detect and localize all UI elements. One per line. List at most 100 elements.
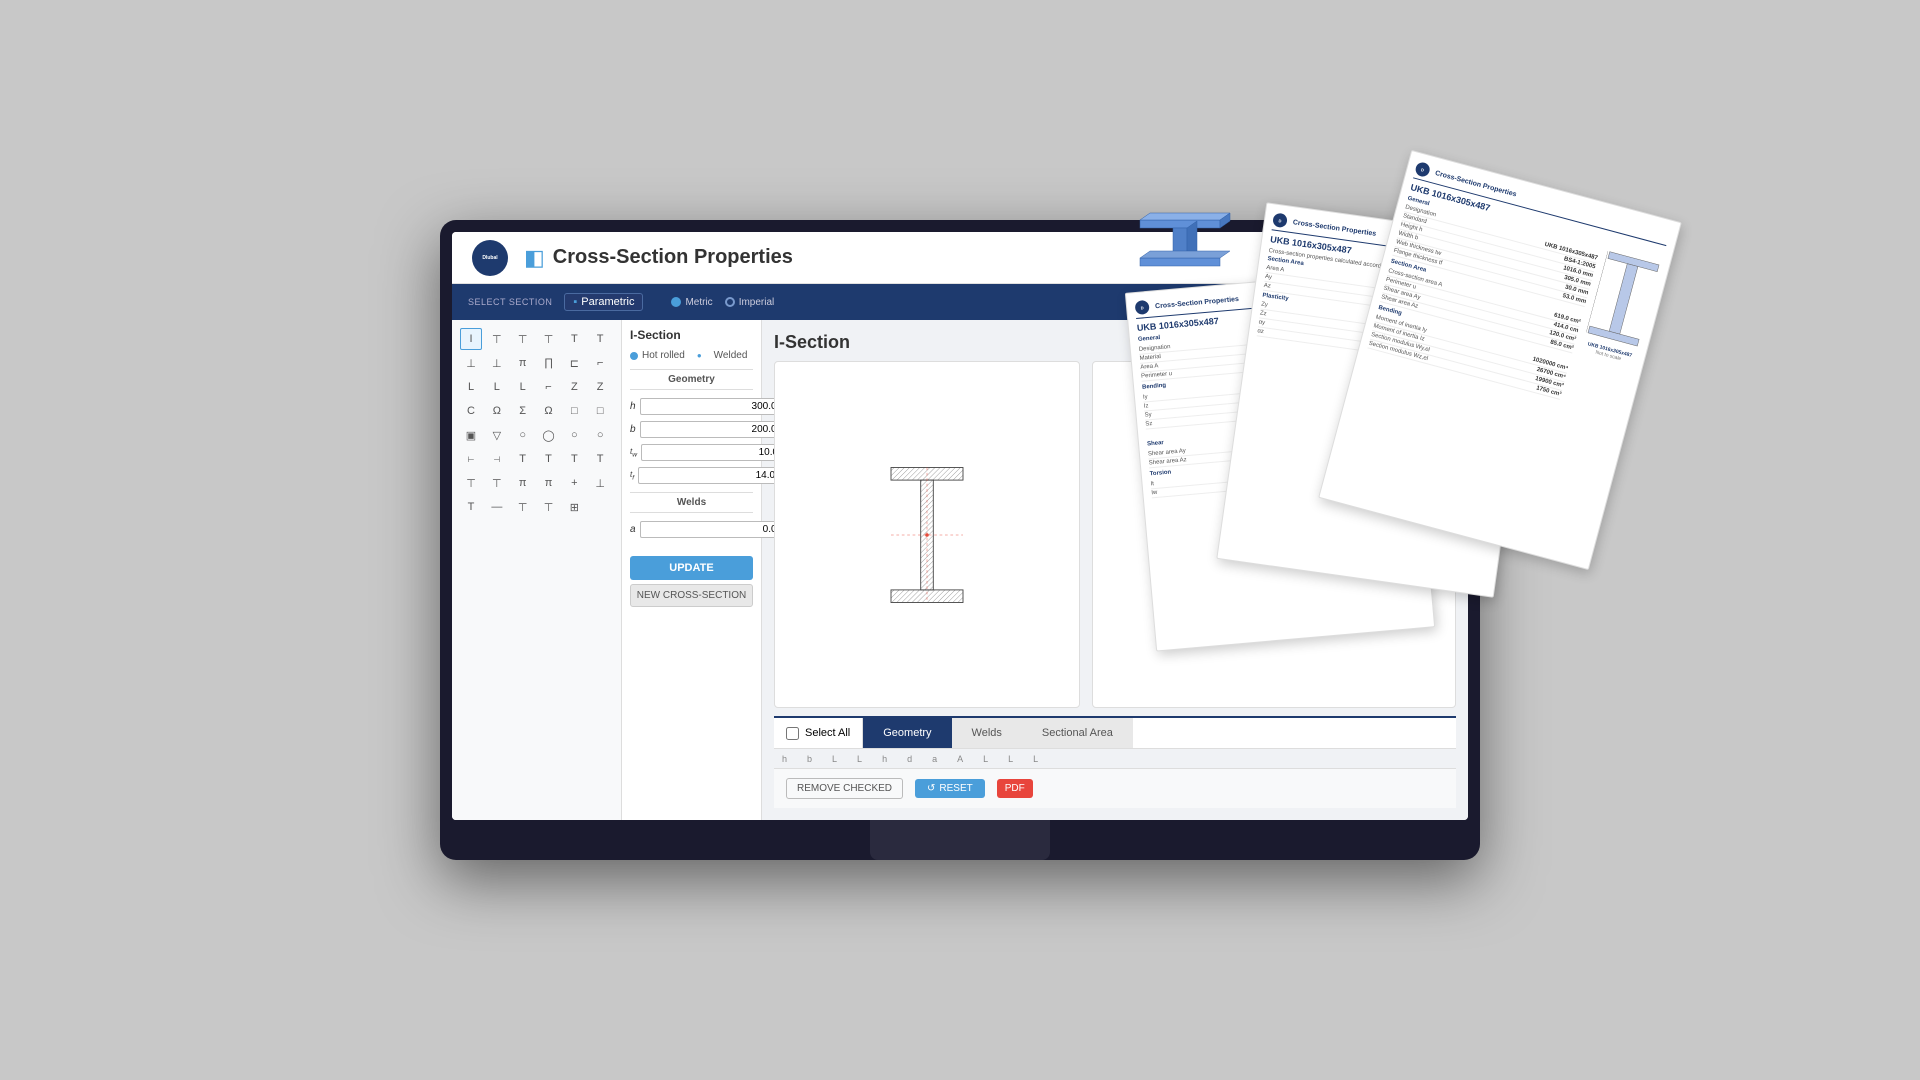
param-h: h mm xyxy=(630,398,753,415)
report-title-1: Cross-Section Properties xyxy=(1434,169,1517,198)
remove-checked-button[interactable]: REMOVE CHECKED xyxy=(786,778,903,799)
section-icon-circ3[interactable]: ○ xyxy=(563,424,585,446)
bottom-section: Select All Geometry Welds Sectional Area… xyxy=(774,716,1456,808)
section-icon-sq1[interactable]: □ xyxy=(563,400,585,422)
imperial-radio[interactable]: Imperial xyxy=(725,297,775,308)
monitor-frame: Dlubal ◧ Cross-Section Properties SELECT… xyxy=(440,220,1480,860)
section-icon-t8[interactable]: T xyxy=(512,448,534,470)
section-icon-t9[interactable]: T xyxy=(538,448,560,470)
section-icon-circ1[interactable]: ○ xyxy=(512,424,534,446)
metric-radio[interactable]: Metric xyxy=(671,297,712,308)
tab-thin-walled[interactable]: Thin-Walled xyxy=(1147,284,1237,320)
section-icon-l4[interactable]: ⌐ xyxy=(538,376,560,398)
param-b-label: b xyxy=(630,424,636,435)
warping-subtitle: ω | Warping ordinates | TWA xyxy=(1223,455,1324,464)
section-type-icon: ▪ xyxy=(573,296,577,308)
section-icon-z2[interactable]: Z xyxy=(589,376,611,398)
section-icon-t1[interactable]: ⊤ xyxy=(486,328,508,350)
section-icon-circ2[interactable]: ◯ xyxy=(538,424,560,446)
section-icon-l1[interactable]: L xyxy=(460,376,482,398)
diagram-icon-1[interactable]: ⊞ xyxy=(1216,612,1236,628)
section-icon-pi[interactable]: π xyxy=(512,352,534,374)
diagram-icons: ⊞ ≡ ⊡ ⊟ ⬚ xyxy=(1216,612,1332,628)
section-icon-t15[interactable]: ⊤ xyxy=(512,496,534,518)
section-icon-t2[interactable]: ⊤ xyxy=(512,328,534,350)
section-icon-i[interactable]: I xyxy=(460,328,482,350)
tab-bars[interactable]: Bars xyxy=(1237,284,1292,320)
section-icon-t3[interactable]: ⊤ xyxy=(538,328,560,350)
col-l1: L xyxy=(832,754,837,764)
tab-welds[interactable]: Welds xyxy=(952,718,1022,748)
section-icon-bot[interactable]: ⊥ xyxy=(589,472,611,494)
param-a-input[interactable] xyxy=(640,521,782,538)
section-icon-dash[interactable]: — xyxy=(486,496,508,518)
section-icon-sq2[interactable]: □ xyxy=(589,400,611,422)
column-headers: h b L L h d a A L L L xyxy=(774,748,1456,768)
monitor-container: Dlubal ◧ Cross-Section Properties SELECT… xyxy=(440,220,1480,860)
section-icon-g1[interactable]: Ω xyxy=(486,400,508,422)
tab-massive-ii[interactable]: Massive II xyxy=(1370,284,1452,320)
section-icon-t7[interactable]: ⊥ xyxy=(486,352,508,374)
tab-geometry[interactable]: Geometry xyxy=(863,718,951,748)
warping-svg: 143.00 200.0 xyxy=(1097,468,1451,608)
section-icon-i2[interactable]: ⊢ xyxy=(460,448,482,470)
section-icon-c1[interactable]: ⊏ xyxy=(563,352,585,374)
param-a-label: a xyxy=(630,524,636,535)
section-icon-t14[interactable]: T xyxy=(460,496,482,518)
section-icon-t12[interactable]: ⊤ xyxy=(460,472,482,494)
select-all-checkbox[interactable] xyxy=(786,727,799,740)
section-icon-t13[interactable]: ⊤ xyxy=(486,472,508,494)
section-icon-sigma[interactable]: Σ xyxy=(512,400,534,422)
pdf-button[interactable]: PDF xyxy=(997,779,1033,798)
hot-rolled-option[interactable]: Hot rolled xyxy=(630,350,685,361)
beam-3d-decoration xyxy=(1130,200,1250,280)
param-tf-input[interactable] xyxy=(638,467,780,484)
section-icon-ii[interactable]: ∏ xyxy=(538,352,560,374)
result-tabs: Geometry Welds Sectional Area xyxy=(863,718,1456,748)
param-h-input[interactable] xyxy=(640,398,782,415)
param-tf-label: tf xyxy=(630,470,634,482)
section-icon-t11[interactable]: T xyxy=(589,448,611,470)
diagram-icon-4[interactable]: ⊟ xyxy=(1288,612,1308,628)
col-h2: h xyxy=(882,754,887,764)
section-icon-pi3[interactable]: π xyxy=(538,472,560,494)
col-l4: L xyxy=(1008,754,1013,764)
new-section-button[interactable]: NEW CROSS-SECTION xyxy=(630,584,753,607)
section-icon-l3[interactable]: L xyxy=(512,376,534,398)
section-icon-t4[interactable]: T xyxy=(563,328,585,350)
section-icon-tri[interactable]: ▽ xyxy=(486,424,508,446)
logo-text: Dlubal xyxy=(482,255,497,261)
section-icon-pi2[interactable]: π xyxy=(512,472,534,494)
param-a: a mm xyxy=(630,521,753,538)
section-icon-h1[interactable]: ⊞ xyxy=(563,496,585,518)
parametric-selector[interactable]: ▪ Parametric xyxy=(564,293,643,311)
update-button[interactable]: UPDATE xyxy=(630,556,753,580)
report-section-small: UKB 1016x305x487 xyxy=(1582,340,1637,360)
tab-massive-i[interactable]: Massive I xyxy=(1292,284,1370,320)
section-icon-t16[interactable]: ⊤ xyxy=(538,496,560,518)
diagram-icon-5[interactable]: ⬚ xyxy=(1312,612,1332,628)
section-icon-circ4[interactable]: ○ xyxy=(589,424,611,446)
section-icon-sq3[interactable]: ▣ xyxy=(460,424,482,446)
section-icon-z1[interactable]: Z xyxy=(563,376,585,398)
diagram-icon-2[interactable]: ≡ xyxy=(1240,612,1260,628)
monitor-screen: Dlubal ◧ Cross-Section Properties SELECT… xyxy=(452,232,1468,820)
diagrams-row: I 300/200/10/14/0 ω | Warping ordinates … xyxy=(774,361,1456,708)
diagram-icon-3[interactable]: ⊡ xyxy=(1264,612,1284,628)
section-icon-plus[interactable]: + xyxy=(563,472,585,494)
section-icon-l2[interactable]: L xyxy=(486,376,508,398)
section-icon-t5[interactable]: T xyxy=(589,328,611,350)
section-icon-t10[interactable]: T xyxy=(563,448,585,470)
section-icon-i3[interactable]: ⊣ xyxy=(486,448,508,470)
tab-sectional-area[interactable]: Sectional Area xyxy=(1022,718,1133,748)
section-icon-t6[interactable]: ⊥ xyxy=(460,352,482,374)
svg-text:71.30: 71.30 xyxy=(1291,600,1304,606)
param-b-input[interactable] xyxy=(640,421,782,438)
nav-tabs: Thin-Walled Bars Massive I Massive II xyxy=(1147,284,1452,320)
welded-option[interactable]: Welded xyxy=(714,350,748,361)
section-icon-omega[interactable]: Ω xyxy=(538,400,560,422)
section-icon-c2[interactable]: ⌐ xyxy=(589,352,611,374)
param-h-label: h xyxy=(630,401,636,412)
reset-button[interactable]: ↺ RESET xyxy=(915,779,985,798)
section-icon-c3[interactable]: C xyxy=(460,400,482,422)
